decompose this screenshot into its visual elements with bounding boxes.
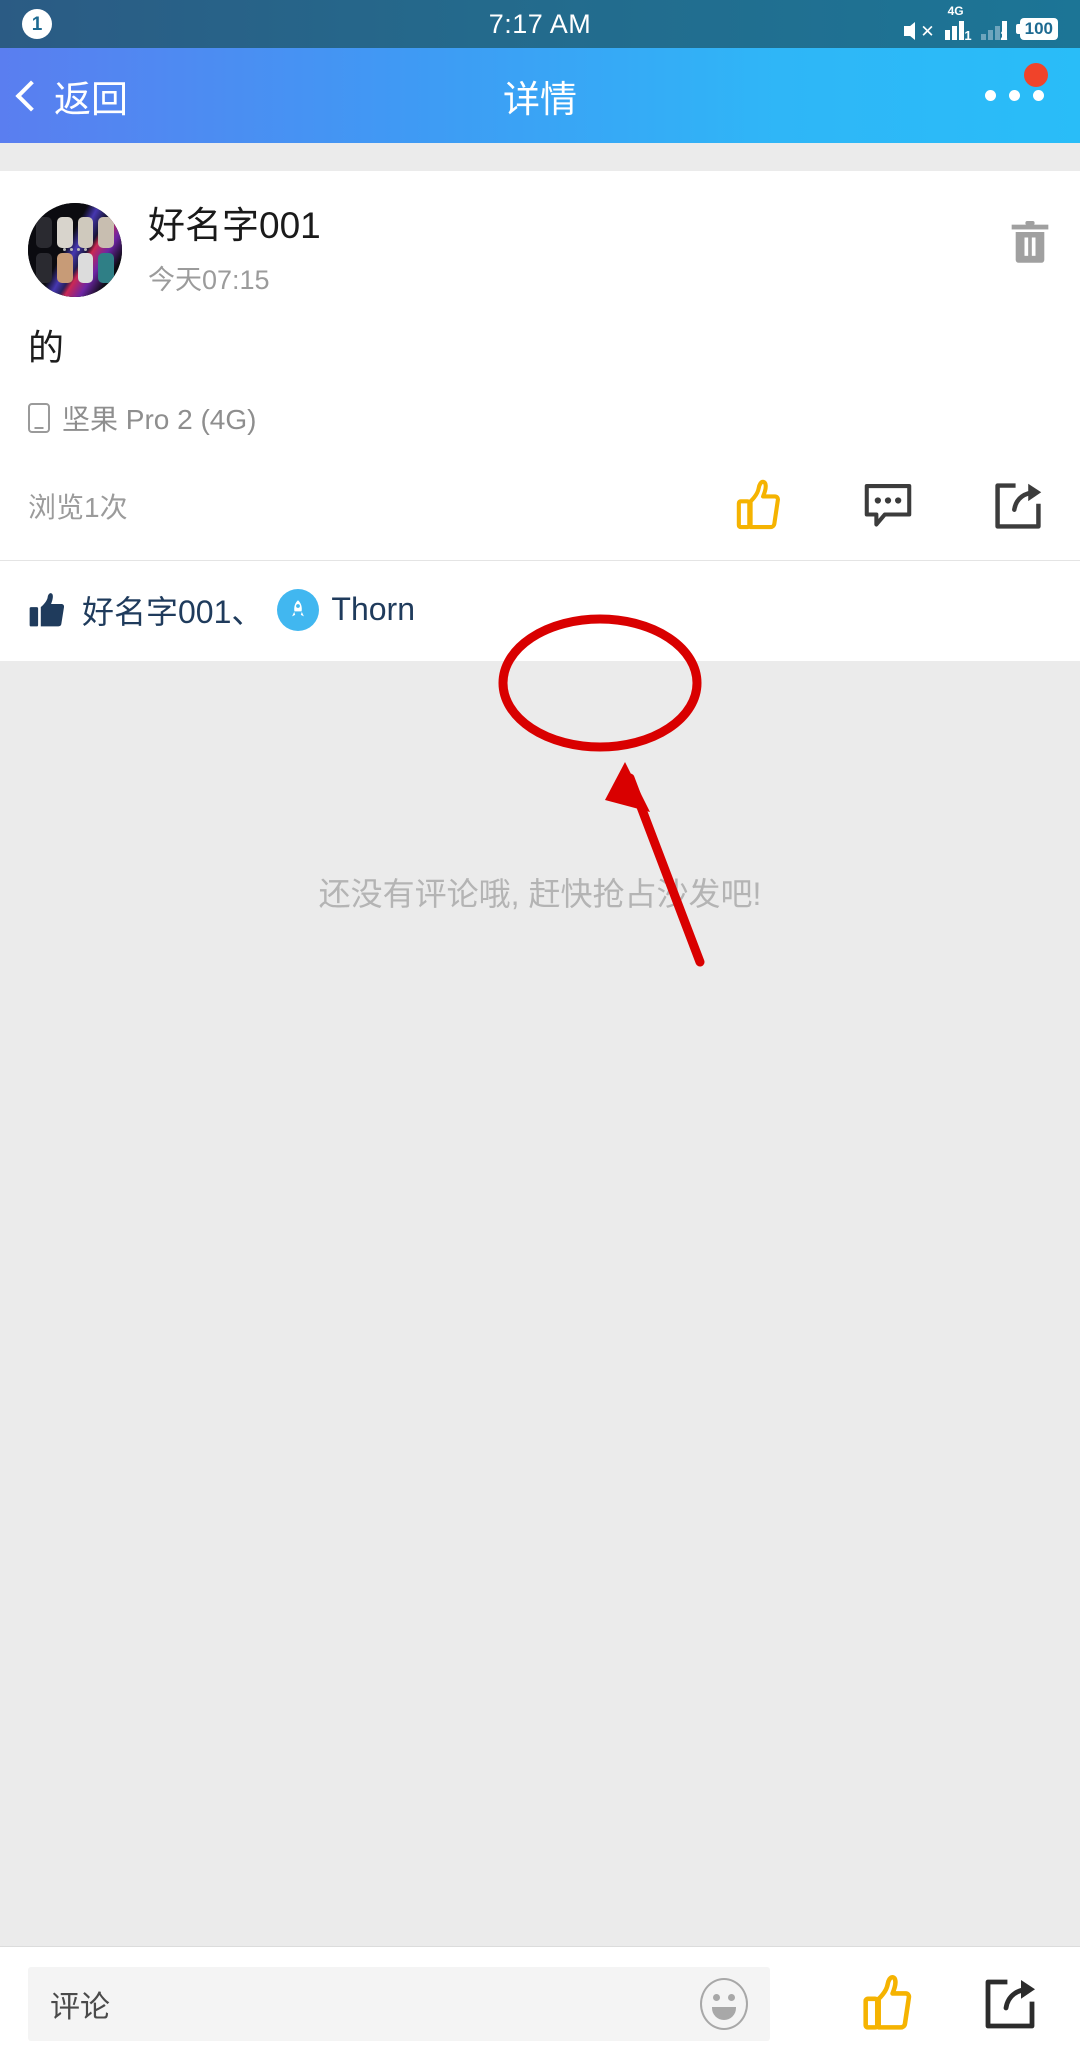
likes-row: 好名字001、 Thorn [28, 561, 1052, 661]
status-bar: 1 7:17 AM ✕ 4G 1 2 100 [0, 0, 1080, 48]
thumbs-up-icon [736, 479, 780, 529]
comment-bubble-icon [864, 483, 912, 527]
status-clock: 7:17 AM [488, 8, 592, 39]
back-button-label: 返回 [54, 78, 128, 120]
post-action-group [734, 478, 1052, 534]
comment-button[interactable] [862, 482, 914, 530]
post-stats-row: 浏览1次 [28, 438, 1052, 560]
view-count: 浏览1次 [28, 491, 128, 523]
more-options-button[interactable] [985, 63, 1048, 101]
share-icon [995, 483, 1042, 529]
like-button[interactable] [734, 478, 784, 534]
comments-empty-message: 还没有评论哦, 赶快抢占沙发吧! [318, 876, 762, 912]
post-card: 好名字001 今天07:15 的 坚果 Pro 2 (4G) 浏览1次 好名字0… [0, 171, 1080, 661]
battery-icon: 100 [1019, 17, 1058, 40]
thumbs-up-solid-icon [29, 592, 65, 627]
avatar[interactable] [28, 203, 122, 297]
rocket-avatar-icon [277, 588, 320, 631]
comment-input[interactable]: 评论 [28, 1966, 770, 2041]
likes-first-user[interactable]: 好名字001、 [82, 587, 263, 633]
more-dots-icon [985, 90, 996, 101]
bottom-share-button[interactable] [982, 1976, 1038, 2032]
thumbs-up-icon [863, 1974, 912, 2030]
more-dots-icon [1009, 90, 1020, 101]
signal-sim1-icon: 4G 1 [944, 5, 972, 43]
speaker-mute-icon: ✕ [904, 22, 935, 40]
trash-icon [1011, 221, 1049, 263]
page-title: 详情 [503, 78, 577, 120]
bottom-action-bar: 评论 [0, 1946, 1080, 2060]
emoji-face-icon[interactable] [700, 1977, 748, 2030]
bottom-action-group [860, 1973, 1052, 2035]
status-bar-left: 1 [22, 9, 52, 39]
post-device-info: 坚果 Pro 2 (4G) [28, 372, 1052, 438]
post-body-text: 的 [28, 327, 65, 368]
more-dots-icon [1033, 90, 1044, 101]
nav-bar: 返回 详情 [0, 48, 1080, 143]
app-screen: 1 7:17 AM ✕ 4G 1 2 100 返回 详情 好名字001 今天07… [0, 0, 1080, 2060]
share-button[interactable] [992, 480, 1044, 532]
post-author-name[interactable]: 好名字001 [148, 205, 321, 248]
section-gap [0, 143, 1080, 171]
notification-badge [1024, 63, 1048, 87]
chevron-left-icon [15, 79, 47, 112]
post-header: 好名字001 今天07:15 [28, 171, 1052, 297]
comment-input-placeholder: 评论 [50, 1990, 110, 2024]
share-icon [985, 1979, 1035, 2028]
sim1-label: 1 [964, 28, 972, 43]
delete-button[interactable] [1008, 217, 1052, 269]
sim2-label: 2 [1000, 28, 1008, 43]
status-bar-right: ✕ 4G 1 2 100 [904, 0, 1058, 48]
comments-section: 还没有评论哦, 赶快抢占沙发吧! [0, 744, 1080, 1946]
bottom-like-button[interactable] [860, 1973, 916, 2035]
post-timestamp: 今天07:15 [148, 264, 270, 295]
phone-icon [28, 402, 50, 433]
network-type-label: 4G [947, 4, 964, 18]
sim-badge-icon: 1 [22, 9, 52, 39]
post-author-block: 好名字001 今天07:15 [122, 203, 321, 297]
likes-second-user-name: Thorn [331, 591, 415, 628]
likes-second-user[interactable]: Thorn [277, 588, 415, 631]
signal-sim2-icon: 2 [980, 18, 1008, 43]
back-button[interactable]: 返回 [0, 69, 128, 123]
post-device-label: 坚果 Pro 2 (4G) [62, 403, 257, 435]
